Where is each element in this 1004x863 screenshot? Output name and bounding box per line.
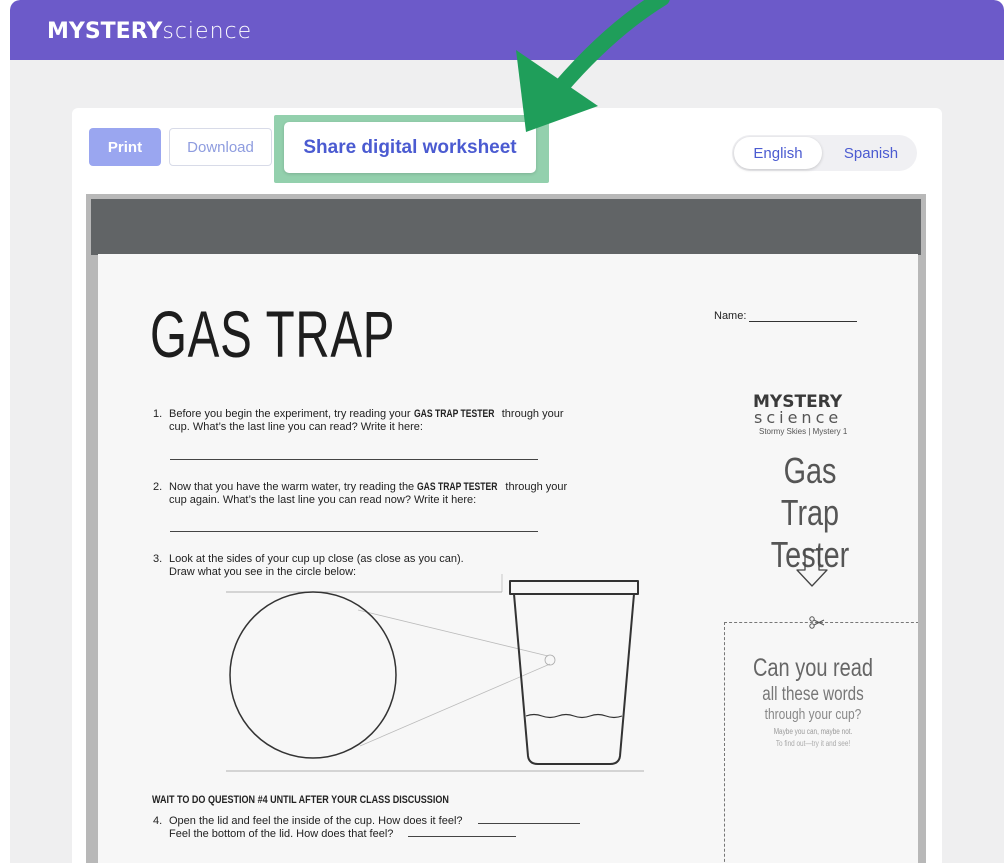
green-pointer-arrow-icon (516, 0, 670, 132)
